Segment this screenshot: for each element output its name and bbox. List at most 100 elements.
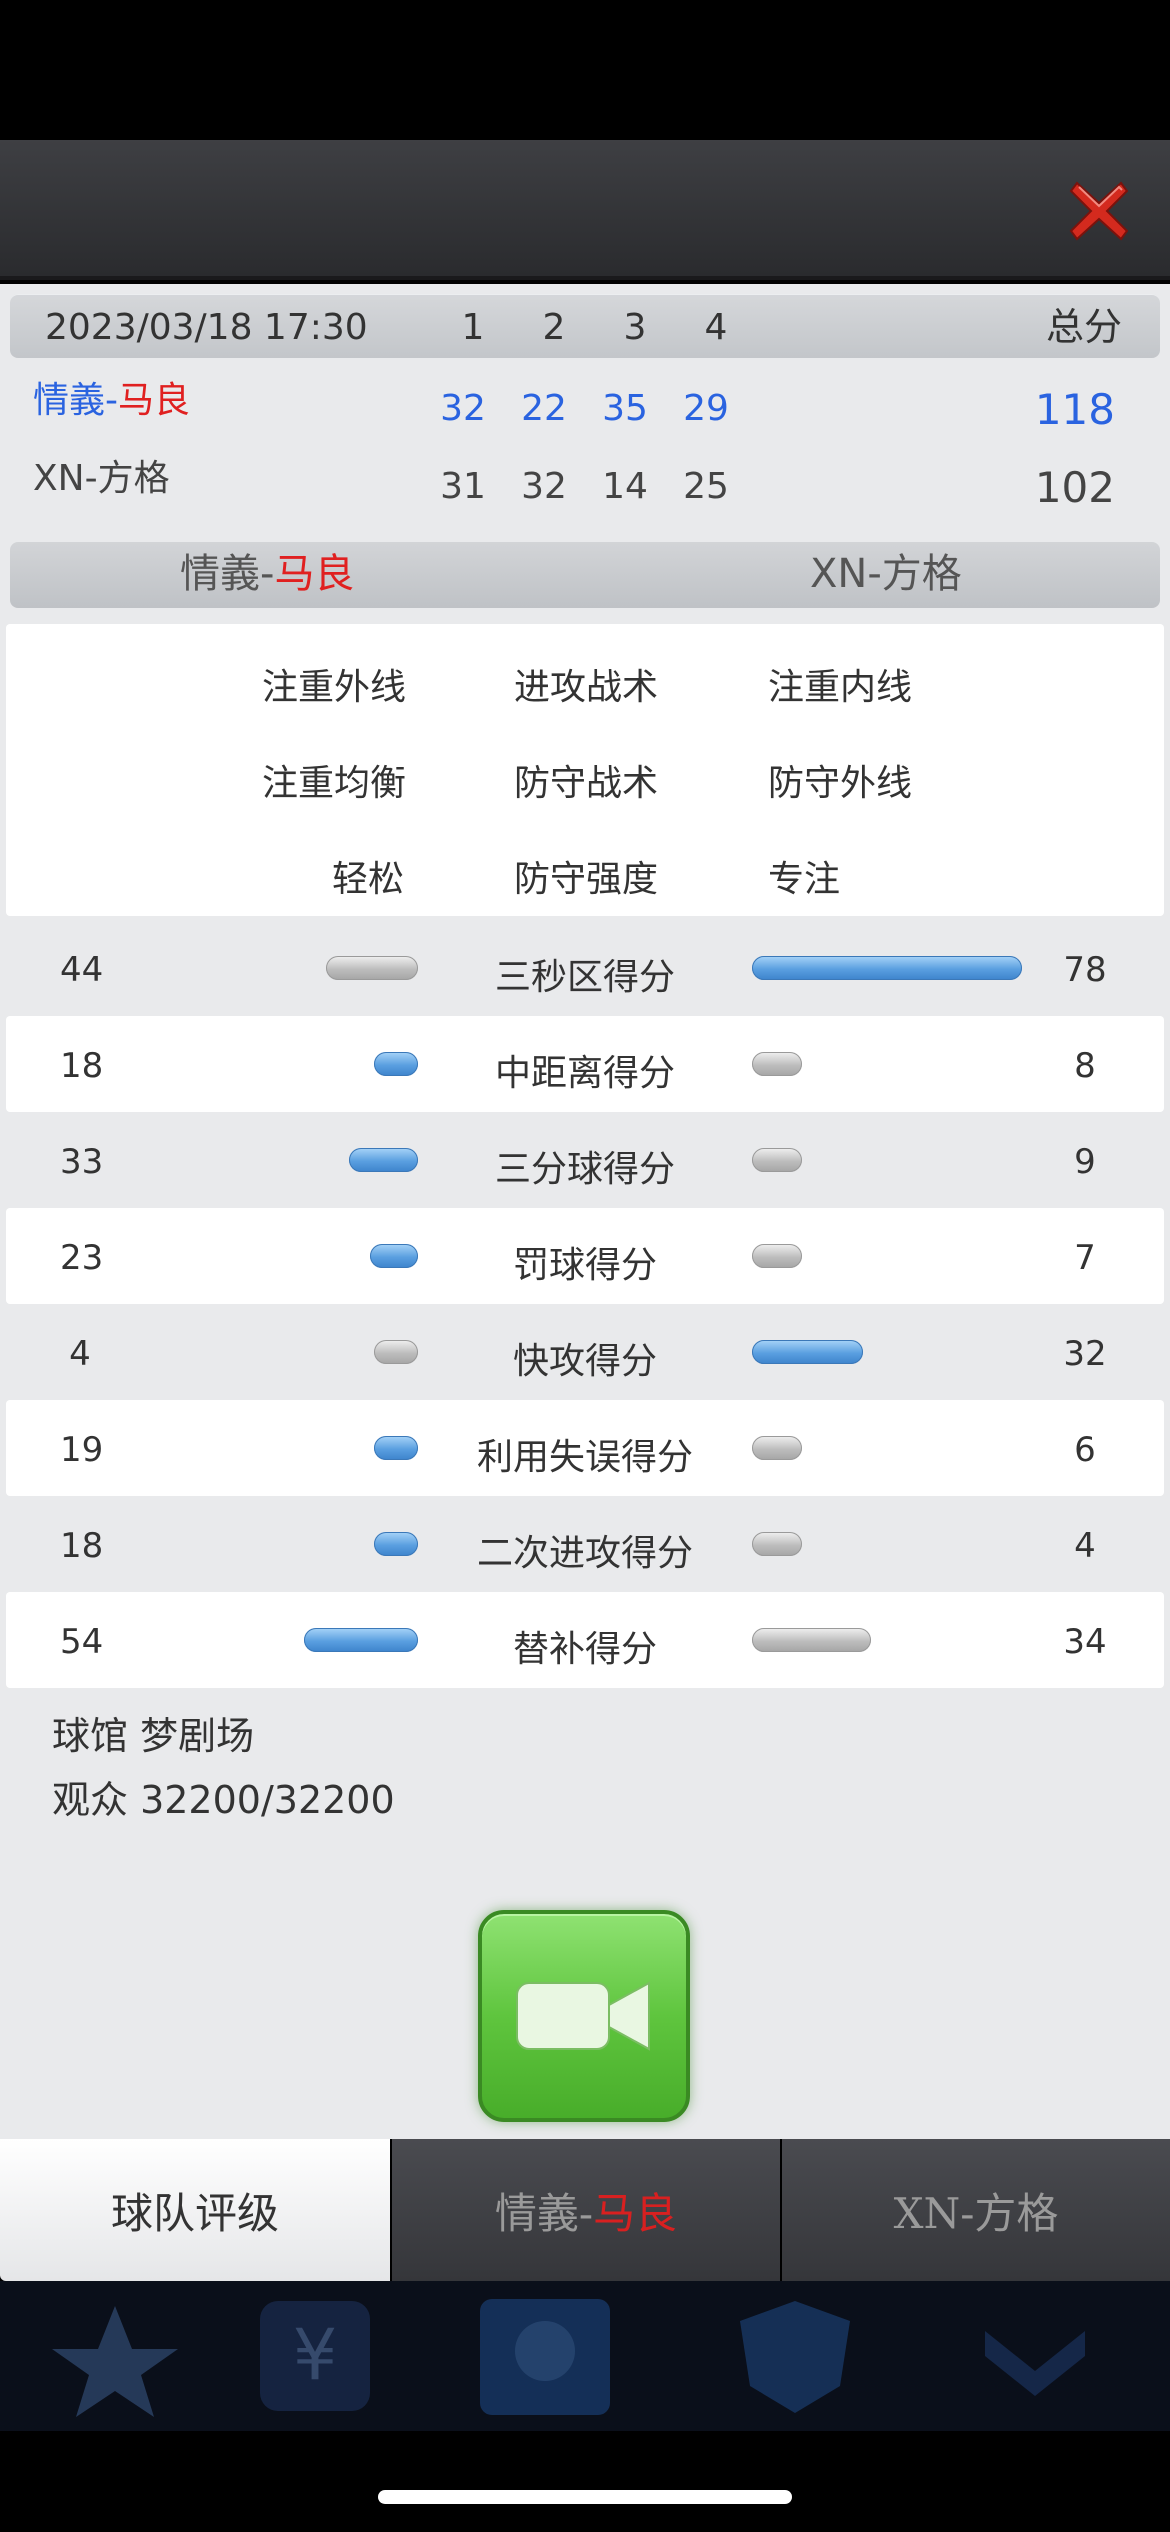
match-detail-panel: 2023/03/18 17:30 1 2 3 4 总分 情義-马良 32 22 … [0, 284, 1170, 2139]
stat-right-value: 6 [1074, 1430, 1096, 1470]
stat-left-bar [326, 956, 418, 980]
stat-left-value: 33 [60, 1142, 104, 1182]
stat-right-bar [752, 1628, 871, 1652]
close-x-icon [1069, 181, 1129, 241]
stat-label: 二次进攻得分 [476, 1533, 693, 1574]
away-team-name[interactable]: XN-方格 [33, 461, 170, 497]
tactic-item: 注重均衡 [262, 763, 407, 804]
stat-row: 19 利用失误得分 6 [6, 1400, 1164, 1496]
stat-row: 4 快攻得分 32 [0, 1304, 1170, 1400]
stat-left-bar [374, 1052, 418, 1076]
stat-right-value: 32 [1063, 1334, 1107, 1374]
away-score-row: XN-方格 31 32 14 25 102 [0, 447, 1170, 523]
stat-right-value: 8 [1074, 1046, 1096, 1086]
stat-left-value: 44 [60, 950, 104, 990]
stat-left-bar [349, 1148, 418, 1172]
stat-row: 18 中距离得分 8 [6, 1016, 1164, 1112]
team-compare-bar: 情義-马良 XN-方格 [10, 542, 1160, 608]
dialog-titlebar [0, 140, 1170, 280]
quarter-1-header: 1 [461, 307, 485, 348]
status-area [0, 0, 1170, 140]
stat-left-bar [374, 1340, 418, 1364]
stat-right-bar [752, 1052, 802, 1076]
stat-left-value: 23 [60, 1238, 104, 1278]
tab-away-team[interactable]: XN-方格 [782, 2139, 1170, 2281]
home-score-row: 情義-马良 32 22 35 29 118 [0, 369, 1170, 445]
stat-left-bar [374, 1532, 418, 1556]
stat-right-bar [752, 1244, 802, 1268]
stat-right-value: 7 [1074, 1238, 1096, 1278]
tactic-item: 进攻战术 [514, 667, 659, 708]
stat-left-value: 18 [60, 1526, 104, 1566]
home-q2: 22 [521, 388, 567, 429]
score-table-header: 2023/03/18 17:30 1 2 3 4 总分 [10, 294, 1160, 358]
stat-right-bar [752, 956, 1022, 980]
quarter-2-header: 2 [542, 307, 566, 348]
stat-label: 快攻得分 [512, 1341, 657, 1382]
video-replay-button[interactable] [478, 1910, 690, 2122]
stat-label: 三秒区得分 [494, 957, 675, 998]
match-datetime: 2023/03/18 17:30 [45, 307, 368, 348]
stat-right-value: 4 [1074, 1526, 1096, 1566]
home-team-name[interactable]: 情義-马良 [33, 383, 190, 419]
stat-label: 利用失误得分 [476, 1437, 693, 1478]
stat-left-bar [374, 1436, 418, 1460]
background-game-nav: ¥ [0, 2281, 1170, 2431]
arena-name: 球馆 梦剧场 [52, 1714, 255, 1758]
attendance: 观众 32200/32200 [52, 1778, 395, 1822]
stat-left-bar [370, 1244, 418, 1268]
video-camera-icon [516, 1981, 650, 2051]
tactic-item: 专注 [768, 859, 841, 900]
away-total: 102 [1034, 463, 1115, 512]
stats-comparison-list: 44 三秒区得分 78 18 中距离得分 8 33 三分球得分 9 23 罚球得分 7 4 快攻得分 32 1… [0, 920, 1170, 1688]
chevron-down-icon [985, 2331, 1085, 2396]
home-q4: 29 [683, 388, 729, 429]
yen-icon: ¥ [260, 2301, 370, 2411]
team-icon [480, 2299, 610, 2415]
venue-info: 球馆 梦剧场 观众 32200/32200 [52, 1704, 395, 1832]
stat-left-bar [304, 1628, 418, 1652]
tactic-item: 防守战术 [514, 763, 659, 804]
stat-left-value: 4 [69, 1334, 91, 1374]
away-q3: 14 [602, 466, 648, 507]
shield-icon [740, 2301, 850, 2413]
star-icon [52, 2306, 178, 2417]
stat-right-value: 78 [1063, 950, 1107, 990]
team-bar-away: XN-方格 [810, 551, 962, 597]
stat-row: 23 罚球得分 7 [6, 1208, 1164, 1304]
stat-row: 44 三秒区得分 78 [0, 920, 1170, 1016]
stat-right-bar [752, 1340, 863, 1364]
stat-label: 罚球得分 [512, 1245, 657, 1286]
tactic-item: 防守外线 [768, 763, 913, 804]
away-q2: 32 [521, 466, 567, 507]
stat-left-value: 54 [60, 1622, 104, 1662]
stat-row: 33 三分球得分 9 [0, 1112, 1170, 1208]
stat-right-bar [752, 1148, 802, 1172]
stat-left-value: 19 [60, 1430, 104, 1470]
stat-label: 中距离得分 [494, 1053, 675, 1094]
bottom-tab-bar: 球队评级 情義- 马良 XN-方格 [0, 2139, 1170, 2281]
home-total: 118 [1034, 385, 1115, 434]
stat-right-value: 34 [1063, 1622, 1107, 1662]
away-q4: 25 [683, 466, 729, 507]
tab-home-team[interactable]: 情義- 马良 [392, 2139, 780, 2281]
tab-team-rating[interactable]: 球队评级 [0, 2139, 390, 2281]
tactic-item: 轻松 [332, 859, 405, 900]
stat-right-bar [752, 1436, 802, 1460]
quarter-3-header: 3 [623, 307, 647, 348]
svg-text:¥: ¥ [293, 2314, 338, 2396]
stat-left-value: 18 [60, 1046, 104, 1086]
home-q1: 32 [440, 388, 486, 429]
stat-label: 三分球得分 [494, 1149, 675, 1190]
home-indicator [378, 2490, 792, 2504]
team-bar-home: 情義-马良 [180, 551, 355, 597]
stat-right-value: 9 [1074, 1142, 1096, 1182]
close-button[interactable] [1064, 176, 1134, 246]
stat-right-bar [752, 1532, 802, 1556]
home-q3: 35 [602, 388, 648, 429]
away-q1: 31 [440, 466, 486, 507]
total-header: 总分 [1045, 305, 1122, 349]
tactic-item: 注重外线 [262, 667, 407, 708]
stat-row: 54 替补得分 34 [6, 1592, 1164, 1688]
tactic-item: 注重内线 [768, 667, 913, 708]
